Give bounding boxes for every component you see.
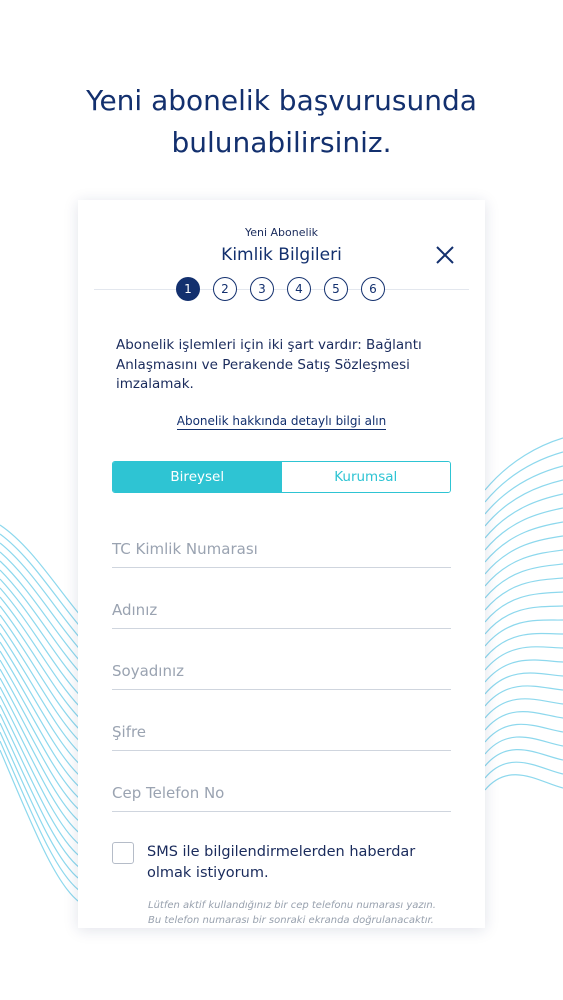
intro-text: Abonelik işlemleri için iki şart vardır:… <box>116 337 422 392</box>
step-6: 6 <box>361 277 385 301</box>
sms-consent-row: SMS ile bilgilendirmelerden haberdar olm… <box>112 842 452 884</box>
password-field <box>112 715 451 751</box>
segment-corporate[interactable]: Kurumsal <box>281 462 450 492</box>
close-icon <box>436 246 454 264</box>
card-title: Kimlik Bilgileri <box>221 245 342 265</box>
card-supertitle: Yeni Abonelik <box>244 226 318 239</box>
sms-consent-label: SMS ile bilgilendirmelerden haberdar olm… <box>147 844 416 881</box>
surname-field <box>112 654 451 690</box>
close-button[interactable] <box>434 244 456 266</box>
step-3: 3 <box>250 277 274 301</box>
detail-link-container: Abonelik hakkında detaylı bilgi alın <box>78 414 485 430</box>
tc-field <box>112 532 451 568</box>
name-input[interactable] <box>112 593 451 627</box>
step-2: 2 <box>213 277 237 301</box>
name-field <box>112 593 451 629</box>
step-1: 1 <box>176 277 200 301</box>
tc-id-input[interactable] <box>112 532 451 566</box>
page-headline: Yeni abonelik başvurusunda bulunabilirsi… <box>0 80 563 164</box>
step-4: 4 <box>287 277 311 301</box>
segment-individual[interactable]: Bireysel <box>113 462 282 492</box>
customer-type-toggle: Bireysel Kurumsal <box>112 461 451 493</box>
phone-hint-text: Lütfen aktif kullandığınız bir cep telef… <box>148 900 436 926</box>
phone-input[interactable] <box>112 776 451 810</box>
subscription-detail-link[interactable]: Abonelik hakkında detaylı bilgi alın <box>176 414 387 430</box>
password-input[interactable] <box>112 715 451 749</box>
stepper: 1 2 3 4 5 6 <box>176 277 385 301</box>
sms-consent-checkbox[interactable] <box>112 842 134 864</box>
step-5: 5 <box>324 277 348 301</box>
headline-line-2: bulunabilirsiniz. <box>171 126 392 159</box>
phone-field <box>112 776 451 812</box>
subscription-form-card: Yeni Abonelik Kimlik Bilgileri 1 2 3 4 5… <box>78 200 485 928</box>
headline-line-1: Yeni abonelik başvurusunda <box>86 84 477 117</box>
surname-input[interactable] <box>112 654 451 688</box>
